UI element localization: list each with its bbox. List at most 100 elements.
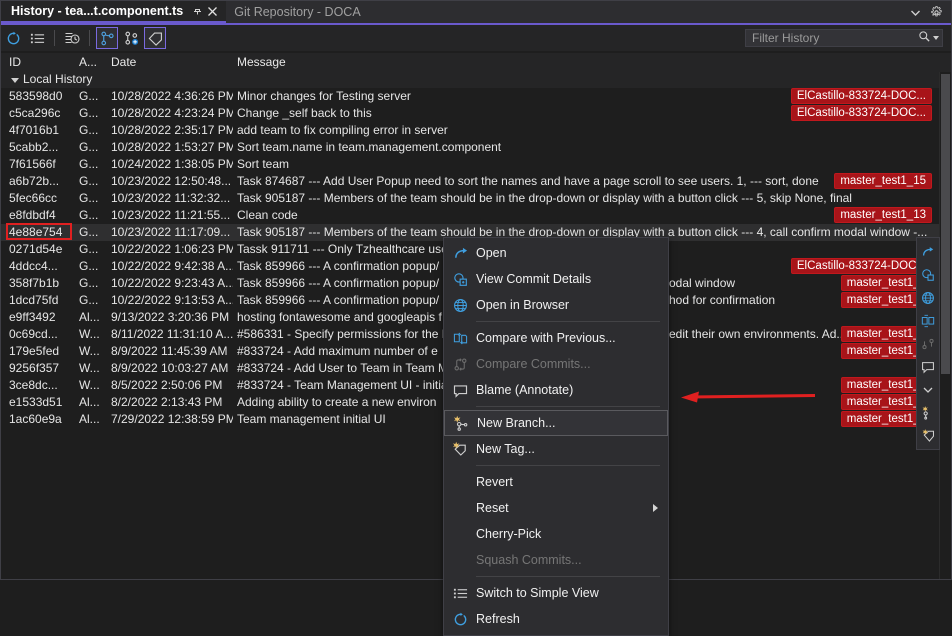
cell-author: G... bbox=[79, 89, 99, 103]
commit-details-icon[interactable] bbox=[917, 263, 939, 286]
cell-author: G... bbox=[79, 106, 99, 120]
branch-tag[interactable]: ElCastillo-833724-DOC... bbox=[790, 88, 932, 104]
table-row[interactable]: 4f7016b1 G... 10/28/2022 2:35:17 PM add tea… bbox=[1, 122, 951, 139]
cell-author: G... bbox=[79, 276, 99, 290]
tab-git-repository[interactable]: Git Repository - DOCA bbox=[226, 1, 373, 23]
compare-files-icon[interactable] bbox=[917, 309, 939, 332]
menu-item-view-commit-details[interactable]: View Commit Details bbox=[444, 266, 668, 292]
tab-history-label: History - tea...t.component.ts bbox=[11, 4, 184, 18]
cell-message: Task 905187 --- Members of the team shou… bbox=[237, 191, 852, 205]
history-graph-button[interactable] bbox=[61, 27, 83, 49]
menu-item-refresh[interactable]: Refresh bbox=[444, 606, 668, 632]
cell-author: G... bbox=[79, 157, 99, 171]
cell-author: Al... bbox=[79, 395, 100, 409]
column-header-message[interactable]: Message bbox=[237, 55, 286, 69]
commit-context-menu[interactable]: Open View Commit Details Open in Browser Co… bbox=[443, 237, 669, 636]
close-icon[interactable] bbox=[205, 3, 220, 19]
blame-comment-icon[interactable] bbox=[917, 355, 939, 378]
table-row[interactable]: 583598d0 G... 10/28/2022 4:36:26 PM Minor c… bbox=[1, 88, 951, 105]
show-remote-branches-button[interactable] bbox=[120, 27, 142, 49]
tab-strip-spacer bbox=[373, 1, 910, 23]
column-header-author[interactable]: A... bbox=[79, 55, 97, 69]
group-row-local-history[interactable]: Local History bbox=[1, 72, 951, 88]
cell-author: G... bbox=[79, 174, 99, 188]
cell-date: 10/24/2022 1:38:05 PM bbox=[111, 157, 233, 171]
vertical-scrollbar[interactable] bbox=[939, 72, 951, 579]
cell-author: W... bbox=[79, 361, 100, 375]
cell-id: e9ff3492 bbox=[9, 310, 56, 324]
open-arrow-icon[interactable] bbox=[917, 240, 939, 263]
cell-author: G... bbox=[79, 259, 99, 273]
cell-date: 9/13/2022 3:20:36 PM bbox=[111, 310, 230, 324]
compare-commits-icon[interactable] bbox=[917, 332, 939, 355]
globe-icon[interactable] bbox=[917, 286, 939, 309]
expand-triangle-icon[interactable] bbox=[11, 78, 19, 83]
menu-item-label: Open in Browser bbox=[476, 298, 570, 312]
cell-date: 8/9/2022 11:45:39 AM bbox=[111, 344, 228, 358]
tab-history[interactable]: History - tea...t.component.ts bbox=[1, 1, 227, 23]
cell-id: 583598d0 bbox=[9, 89, 63, 103]
branch-tag[interactable]: ElCastillo-833724-DOC... bbox=[790, 105, 932, 121]
search-input[interactable] bbox=[746, 31, 918, 45]
table-row[interactable]: c5ca296c G... 10/28/2022 4:23:24 PM Change … bbox=[1, 105, 951, 122]
cell-date: 10/28/2022 4:23:24 PM bbox=[111, 106, 233, 120]
chevron-down-icon[interactable] bbox=[917, 378, 939, 401]
table-row[interactable]: e8fdbdf4 G... 10/23/2022 11:21:55... Clean … bbox=[1, 207, 951, 224]
menu-item-open-in-browser[interactable]: Open in Browser bbox=[444, 292, 668, 318]
cell-author: G... bbox=[79, 140, 99, 154]
menu-item-label: Blame (Annotate) bbox=[476, 383, 574, 397]
cell-message: Sort team.name in team.management.compon… bbox=[237, 140, 502, 154]
search-icon[interactable] bbox=[918, 30, 931, 46]
compare-files-icon bbox=[444, 331, 476, 346]
branch-tag[interactable]: master_test1_13 bbox=[834, 207, 932, 223]
list-icon bbox=[444, 586, 476, 601]
menu-item-new-branch[interactable]: New Branch... bbox=[444, 410, 668, 436]
menu-item-blame-annotate[interactable]: Blame (Annotate) bbox=[444, 377, 668, 403]
gear-icon[interactable] bbox=[930, 5, 943, 19]
tab-strip: History - tea...t.component.ts Git Repos… bbox=[1, 1, 951, 23]
show-branches-button[interactable] bbox=[96, 27, 118, 49]
cell-message-tail: odal window bbox=[669, 276, 736, 290]
cell-id: 4f7016b1 bbox=[9, 123, 60, 137]
menu-item-revert[interactable]: Revert bbox=[444, 469, 668, 495]
cell-id: e1533d51 bbox=[9, 395, 63, 409]
menu-item-cherry-pick[interactable]: Cherry-Pick bbox=[444, 521, 668, 547]
cell-date: 10/28/2022 2:35:17 PM bbox=[111, 123, 233, 137]
menu-item-open[interactable]: Open bbox=[444, 240, 668, 266]
new-branch-icon[interactable] bbox=[917, 401, 939, 424]
new-tag-icon[interactable] bbox=[917, 424, 939, 447]
list-view-button[interactable] bbox=[26, 27, 48, 49]
cell-author: G... bbox=[79, 191, 99, 205]
menu-item-new-tag[interactable]: New Tag... bbox=[444, 436, 668, 462]
column-header-id[interactable]: ID bbox=[9, 55, 21, 69]
table-row[interactable]: a6b72b... G... 10/23/2022 12:50:48... Task … bbox=[1, 173, 951, 190]
menu-item-label: Compare with Previous... bbox=[476, 331, 616, 345]
menu-separator bbox=[476, 406, 660, 407]
table-row[interactable]: 7f61566f G... 10/24/2022 1:38:05 PM Sort te… bbox=[1, 156, 951, 173]
submenu-arrow-icon bbox=[653, 504, 658, 512]
filter-history-box[interactable] bbox=[745, 29, 943, 47]
scrollbar-thumb[interactable] bbox=[941, 74, 950, 374]
cell-id: 4e88e754 bbox=[9, 225, 63, 239]
cell-id: 9256f357 bbox=[9, 361, 60, 375]
cell-id: 4ddcc4... bbox=[9, 259, 58, 273]
branch-tag[interactable]: master_test1_15 bbox=[834, 173, 932, 189]
column-header-date[interactable]: Date bbox=[111, 55, 136, 69]
chevron-down-icon[interactable] bbox=[910, 7, 921, 18]
menu-item-compare-with-previous[interactable]: Compare with Previous... bbox=[444, 325, 668, 351]
show-tags-button[interactable] bbox=[144, 27, 166, 49]
menu-item-switch-to-simple-view[interactable]: Switch to Simple View bbox=[444, 580, 668, 606]
menu-item-reset[interactable]: Reset bbox=[444, 495, 668, 521]
menu-separator bbox=[476, 321, 660, 322]
menu-item-label: Switch to Simple View bbox=[476, 586, 599, 600]
refresh-button[interactable] bbox=[2, 27, 24, 49]
hover-action-rail[interactable] bbox=[916, 237, 940, 450]
cell-author: G... bbox=[79, 225, 99, 239]
cell-id: 0c69cd... bbox=[9, 327, 58, 341]
table-row[interactable]: 5cabb2... G... 10/28/2022 1:53:27 PM Sort t… bbox=[1, 139, 951, 156]
branch-tag[interactable]: ElCastillo-833724-DOC... bbox=[790, 258, 932, 274]
pin-icon[interactable] bbox=[190, 3, 205, 19]
cell-date: 10/23/2022 11:21:55... bbox=[111, 208, 231, 222]
table-row[interactable]: 5fec66cc G... 10/23/2022 11:32:32... Task 9… bbox=[1, 190, 951, 207]
chevron-down-icon[interactable] bbox=[933, 36, 939, 40]
